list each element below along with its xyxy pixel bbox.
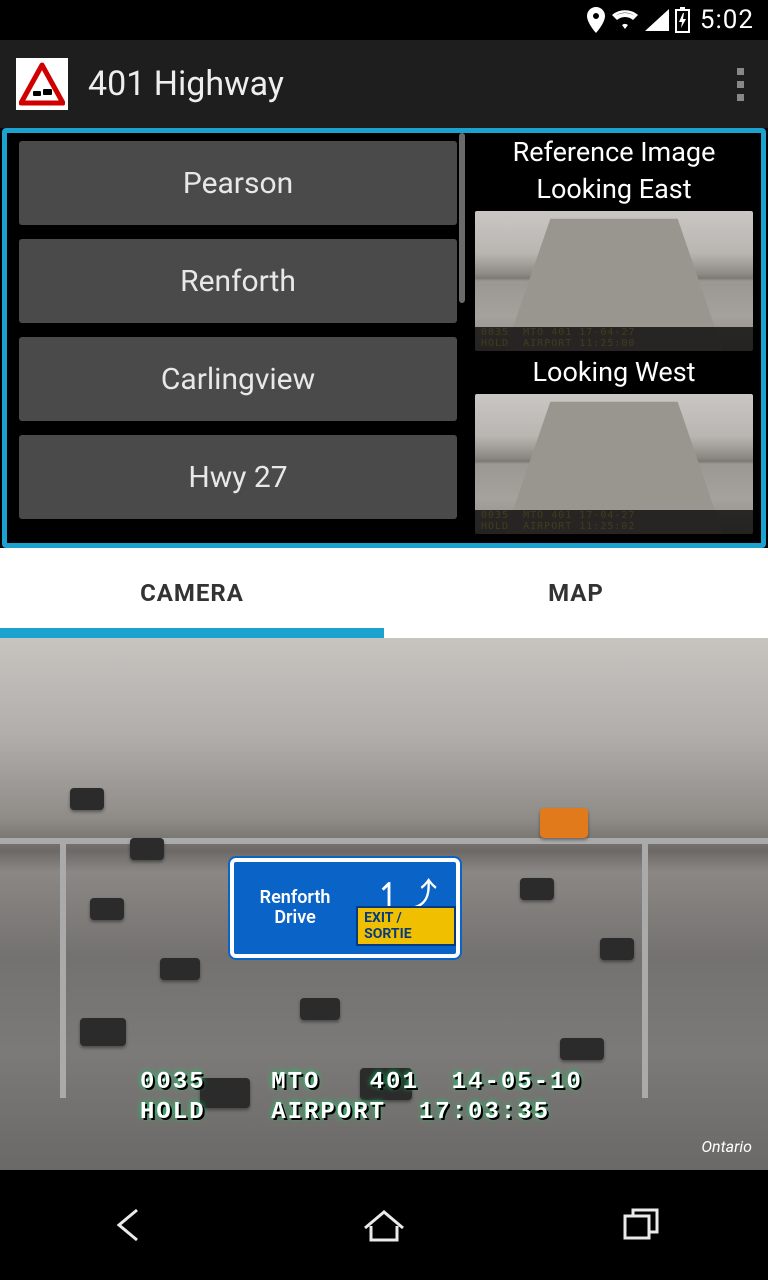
camera-feed[interactable]: Renforth Drive ↿⤴ EXIT / SORTIE 0035 MTO…: [0, 638, 768, 1170]
location-item[interactable]: Renforth: [19, 239, 457, 323]
system-nav-bar: [0, 1170, 768, 1280]
reference-east-label: Looking East: [475, 174, 753, 205]
sign-arrows-icon: ↿⤴: [375, 886, 438, 906]
location-item[interactable]: Carlingview: [19, 337, 457, 421]
camera-overlay-text: 0035 MTO 401 14-05-10 HOLD AIRPORT 17:03…: [140, 1068, 583, 1128]
wifi-icon: [611, 9, 639, 31]
app-icon: [16, 58, 68, 110]
thumbnail-west[interactable]: 0035 MTO 401 17-04-27 HOLD AIRPORT 11:25…: [475, 394, 753, 534]
page-title: 401 Highway: [88, 64, 709, 104]
location-icon: [587, 7, 605, 33]
watermark: Ontario: [701, 1137, 752, 1156]
home-button[interactable]: [319, 1192, 449, 1258]
selector-panel: Pearson Renforth Carlingview Hwy 27 Refe…: [2, 128, 766, 548]
reference-header: Reference Image: [475, 137, 753, 168]
location-item[interactable]: Hwy 27: [19, 435, 457, 519]
tab-camera[interactable]: CAMERA: [0, 548, 384, 638]
thumbnail-west-stamp: 0035 MTO 401 17-04-27 HOLD AIRPORT 11:25…: [481, 510, 635, 532]
recents-button[interactable]: [575, 1192, 705, 1258]
tab-bar: CAMERA MAP: [0, 548, 768, 638]
location-list[interactable]: Pearson Renforth Carlingview Hwy 27: [7, 133, 467, 543]
thumbnail-east-stamp: 0035 MTO 401 17-04-27 HOLD AIRPORT 11:25…: [481, 327, 635, 349]
scrollbar-thumb[interactable]: [459, 133, 465, 303]
sign-text-2: Drive: [274, 908, 315, 928]
sign-exit-badge: EXIT / SORTIE: [356, 906, 456, 946]
reference-column: Reference Image Looking East 0035 MTO 40…: [467, 133, 761, 543]
thumbnail-east[interactable]: 0035 MTO 401 17-04-27 HOLD AIRPORT 11:25…: [475, 211, 753, 351]
status-bar: 5:02: [0, 0, 768, 40]
sign-text-1: Renforth: [260, 888, 331, 908]
reference-west-label: Looking West: [475, 357, 753, 388]
clock-text: 5:02: [700, 5, 754, 35]
overflow-menu-button[interactable]: [729, 60, 752, 109]
app-bar: 401 Highway: [0, 40, 768, 128]
back-button[interactable]: [63, 1192, 193, 1258]
signal-icon: [645, 9, 669, 31]
location-item[interactable]: Pearson: [19, 141, 457, 225]
highway-sign: Renforth Drive ↿⤴ EXIT / SORTIE: [230, 858, 460, 958]
battery-charging-icon: [675, 7, 690, 33]
tab-map[interactable]: MAP: [384, 548, 768, 638]
